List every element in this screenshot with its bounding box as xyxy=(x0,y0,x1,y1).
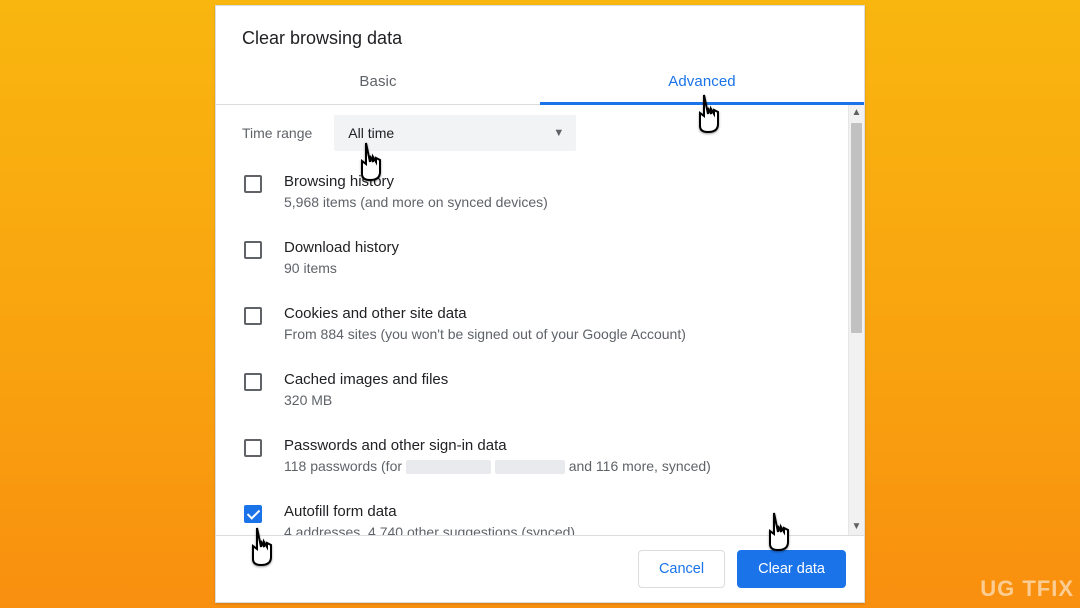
option-title: Browsing history xyxy=(284,171,548,192)
options-panel: Time range All time ▼ Browsing history 5… xyxy=(216,105,848,535)
option-cookies[interactable]: Cookies and other site data From 884 sit… xyxy=(226,291,848,357)
time-range-value: All time xyxy=(348,125,394,141)
option-title: Autofill form data xyxy=(284,501,575,522)
cancel-button[interactable]: Cancel xyxy=(638,550,725,588)
option-title: Cookies and other site data xyxy=(284,303,686,324)
option-cached[interactable]: Cached images and files 320 MB xyxy=(226,357,848,423)
checkbox-cached[interactable] xyxy=(244,373,262,391)
option-subtitle: 118 passwords (for and 116 more, synced) xyxy=(284,456,711,477)
option-download-history[interactable]: Download history 90 items xyxy=(226,225,848,291)
scrollbar-up-icon[interactable]: ▲ xyxy=(849,105,864,121)
checkbox-passwords[interactable] xyxy=(244,439,262,457)
scrollbar[interactable]: ▲ ▼ xyxy=(848,105,864,535)
option-browsing-history[interactable]: Browsing history 5,968 items (and more o… xyxy=(226,159,848,225)
scrollbar-down-icon[interactable]: ▼ xyxy=(849,519,864,535)
option-title: Passwords and other sign-in data xyxy=(284,435,711,456)
redacted-text xyxy=(495,460,565,474)
dialog-footer: Cancel Clear data xyxy=(216,535,864,602)
option-subtitle: 320 MB xyxy=(284,390,448,411)
checkbox-autofill[interactable] xyxy=(244,505,262,523)
option-subtitle: From 884 sites (you won't be signed out … xyxy=(284,324,686,345)
time-range-label: Time range xyxy=(242,125,312,141)
dialog-body: Time range All time ▼ Browsing history 5… xyxy=(216,105,864,535)
option-title: Cached images and files xyxy=(284,369,448,390)
tab-basic[interactable]: Basic xyxy=(216,59,540,104)
option-subtitle: 4 addresses, 4,740 other suggestions (sy… xyxy=(284,522,575,535)
dialog-title: Clear browsing data xyxy=(216,6,864,59)
watermark: UG TFIX xyxy=(980,576,1074,602)
option-subtitle: 90 items xyxy=(284,258,399,279)
clear-browsing-data-dialog: Clear browsing data Basic Advanced Time … xyxy=(215,5,865,603)
checkbox-browsing-history[interactable] xyxy=(244,175,262,193)
time-range-row: Time range All time ▼ xyxy=(226,105,848,159)
tab-advanced[interactable]: Advanced xyxy=(540,59,864,104)
option-passwords[interactable]: Passwords and other sign-in data 118 pas… xyxy=(226,423,848,489)
time-range-select[interactable]: All time ▼ xyxy=(334,115,576,151)
chevron-down-icon: ▼ xyxy=(553,127,564,139)
redacted-text xyxy=(406,460,491,474)
scrollbar-thumb[interactable] xyxy=(851,123,862,333)
checkbox-download-history[interactable] xyxy=(244,241,262,259)
checkbox-cookies[interactable] xyxy=(244,307,262,325)
clear-data-button[interactable]: Clear data xyxy=(737,550,846,588)
option-subtitle: 5,968 items (and more on synced devices) xyxy=(284,192,548,213)
tab-bar: Basic Advanced xyxy=(216,59,864,105)
option-autofill[interactable]: Autofill form data 4 addresses, 4,740 ot… xyxy=(226,489,848,535)
option-title: Download history xyxy=(284,237,399,258)
